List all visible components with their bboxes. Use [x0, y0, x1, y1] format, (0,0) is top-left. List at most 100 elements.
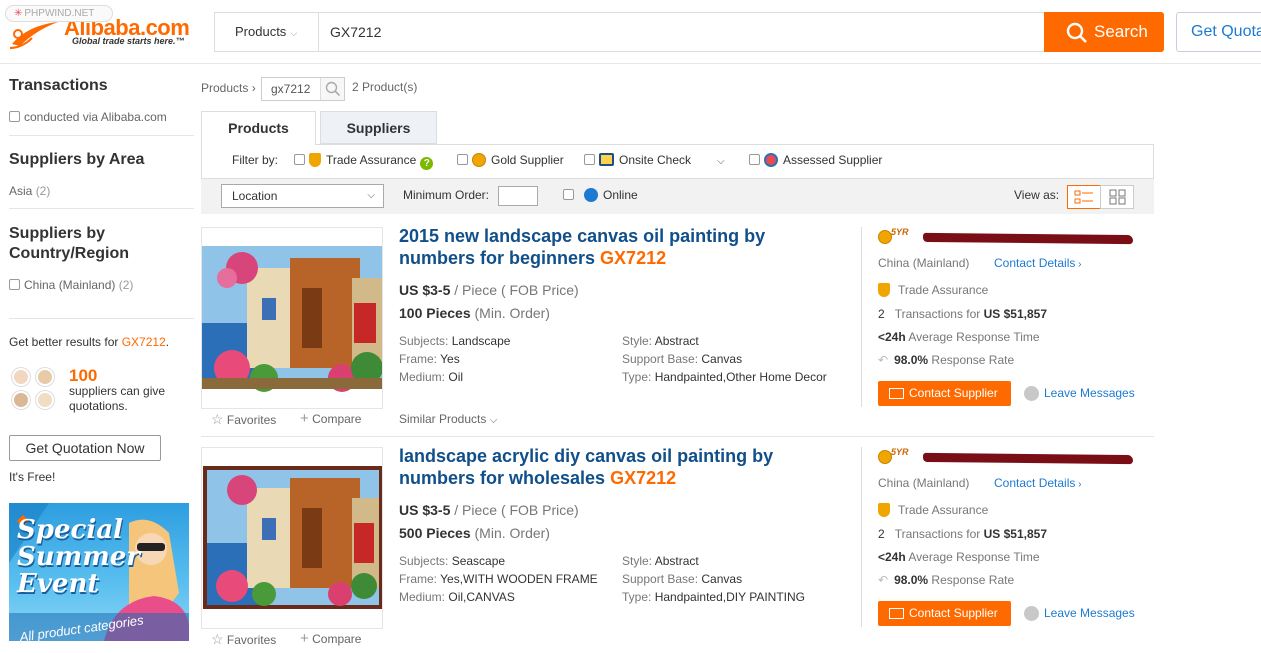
country-filter-china[interactable]: China (Mainland) (2) — [9, 278, 133, 292]
help-icon[interactable]: ? — [420, 157, 434, 170]
gold-supplier-icon — [472, 153, 486, 167]
favorites-button[interactable]: ☆ Favorites — [211, 632, 276, 647]
product-title[interactable]: 2015 new landscape canvas oil painting b… — [399, 225, 839, 269]
search-button[interactable]: Search — [1044, 12, 1164, 52]
transactions-filter[interactable]: conducted via Alibaba.com — [9, 110, 167, 124]
plus-icon: + — [300, 410, 309, 427]
trade-assurance-icon — [878, 503, 890, 517]
chevron-down-icon: ⌵ — [489, 415, 498, 426]
product-attributes-right: Style: Abstract Support Base: Canvas Typ… — [622, 334, 827, 384]
contact-details-link[interactable]: Contact Details › — [994, 476, 1081, 492]
trade-assurance-badge[interactable]: Trade Assurance — [878, 503, 988, 517]
compare-button[interactable]: + Compare — [300, 410, 361, 427]
gold-supplier-icon — [878, 230, 892, 244]
checkbox[interactable] — [563, 189, 574, 200]
contact-supplier-button[interactable]: Contact Supplier — [878, 381, 1011, 406]
view-as-label: View as: — [1014, 188, 1060, 202]
response-rate-stat: ↶ 98.0% Response Rate — [878, 353, 1015, 367]
leave-messages-link[interactable]: Leave Messages — [1024, 383, 1135, 403]
reply-icon: ↶ — [878, 573, 889, 587]
divider — [861, 447, 862, 627]
checkbox[interactable] — [294, 154, 305, 165]
search-icon — [1066, 22, 1087, 43]
chat-icon — [1024, 606, 1039, 621]
get-quotation-now-button[interactable]: Get Quotation Now — [9, 435, 161, 461]
breadcrumb: Products › — [201, 81, 256, 95]
supplier-country: China (Mainland) — [878, 476, 970, 490]
star-icon: ☆ — [211, 631, 224, 647]
chevron-right-icon: › — [1075, 479, 1082, 490]
location-select[interactable]: Location ⌵ — [221, 184, 384, 208]
leave-messages-link[interactable]: Leave Messages — [1024, 603, 1135, 623]
product-item: ☆ Favorites + Compare landscape acrylic … — [201, 445, 1154, 653]
get-quotation-button[interactable]: Get Quota — [1176, 12, 1261, 52]
filter-online[interactable]: Online — [563, 179, 638, 212]
checkbox[interactable] — [584, 154, 595, 165]
contact-supplier-button[interactable]: Contact Supplier — [878, 601, 1011, 626]
summer-event-banner[interactable]: Special Summer Event All product categor… — [9, 503, 189, 641]
checkbox[interactable] — [749, 154, 760, 165]
search-box: Products ⌵ — [214, 12, 1046, 52]
header-bar: Alibaba.com Global trade starts here.™ ✳… — [0, 0, 1261, 64]
filter-gold-supplier[interactable]: Gold Supplier — [457, 145, 564, 175]
product-price: US $3-5 / Piece ( FOB Price) — [399, 282, 579, 298]
product-image[interactable] — [201, 227, 383, 409]
alibaba-logo-icon — [9, 22, 58, 50]
breadcrumb-keyword-input[interactable]: gx7212 — [271, 82, 310, 96]
product-title[interactable]: landscape acrylic diy canvas oil paintin… — [399, 445, 839, 489]
avatar — [12, 391, 30, 409]
product-item: ☆ Favorites + Compare 2015 new landscape… — [201, 225, 1154, 433]
grid-view-button[interactable] — [1100, 185, 1134, 209]
country-title: Suppliers by Country/Region — [9, 225, 129, 262]
transactions-title: Transactions — [9, 77, 108, 94]
chevron-down-icon: ⌵ — [290, 28, 298, 38]
response-time-stat: <24h Average Response Time — [878, 550, 1040, 564]
favorites-button[interactable]: ☆ Favorites — [211, 412, 276, 427]
tab-suppliers[interactable]: Suppliers — [320, 111, 437, 144]
online-icon — [584, 188, 598, 202]
similar-products-link[interactable]: Similar Products ⌵ — [399, 412, 497, 426]
transactions-stat: 2 Transactions for US $51,857 — [878, 527, 1047, 541]
envelope-icon — [889, 608, 904, 619]
divider — [9, 318, 194, 319]
product-min-order: 100 Pieces (Min. Order) — [399, 305, 550, 321]
area-title: Suppliers by Area — [9, 151, 145, 168]
divider — [9, 135, 194, 136]
filter-trade-assurance[interactable]: Trade Assurance? — [294, 145, 434, 175]
contact-details-link[interactable]: Contact Details › — [994, 256, 1081, 272]
product-image[interactable] — [201, 447, 383, 629]
search-icon — [325, 81, 341, 97]
breadcrumb-search: gx7212 — [261, 77, 345, 101]
filter-assessed-supplier[interactable]: Assessed Supplier — [749, 145, 882, 175]
breadcrumb-root[interactable]: Products — [201, 81, 248, 95]
list-view-button[interactable] — [1067, 185, 1101, 209]
response-time-stat: <24h Average Response Time — [878, 330, 1040, 344]
checkbox[interactable] — [457, 154, 468, 165]
product-attributes-right: Style: Abstract Support Base: Canvas Typ… — [622, 554, 805, 604]
filter-onsite-check[interactable]: Onsite Check ⌵ — [584, 145, 725, 177]
tab-products[interactable]: Products — [201, 111, 316, 145]
search-input[interactable] — [330, 13, 1030, 51]
star-icon: ☆ — [211, 411, 224, 427]
breadcrumb-search-button[interactable] — [320, 78, 344, 100]
filter-label: Filter by: — [232, 153, 279, 167]
chevron-right-icon: › — [1075, 259, 1082, 270]
transactions-stat: 2 Transactions for US $51,857 — [878, 307, 1047, 321]
area-filter-asia[interactable]: Asia (2) — [9, 184, 50, 198]
suppliers-count: 100 — [69, 366, 98, 385]
checkbox[interactable] — [9, 111, 20, 122]
redacted-supplier-name[interactable] — [922, 232, 1134, 245]
min-order-input[interactable] — [498, 186, 538, 206]
trade-assurance-badge[interactable]: Trade Assurance — [878, 283, 988, 297]
min-order-label: Minimum Order: — [403, 188, 490, 202]
redacted-supplier-name[interactable] — [922, 452, 1134, 465]
supplier-country: China (Mainland) — [878, 256, 970, 270]
compare-button[interactable]: + Compare — [300, 631, 361, 646]
free-text: It's Free! — [9, 470, 56, 484]
chevron-down-icon[interactable]: ⌵ — [717, 156, 725, 167]
search-category-dropdown[interactable]: Products ⌵ — [215, 13, 319, 51]
product-attributes-left: Subjects: Landscape Frame: Yes Medium: O… — [399, 334, 511, 384]
divider — [9, 208, 194, 209]
checkbox[interactable] — [9, 279, 20, 290]
product-price: US $3-5 / Piece ( FOB Price) — [399, 502, 579, 518]
